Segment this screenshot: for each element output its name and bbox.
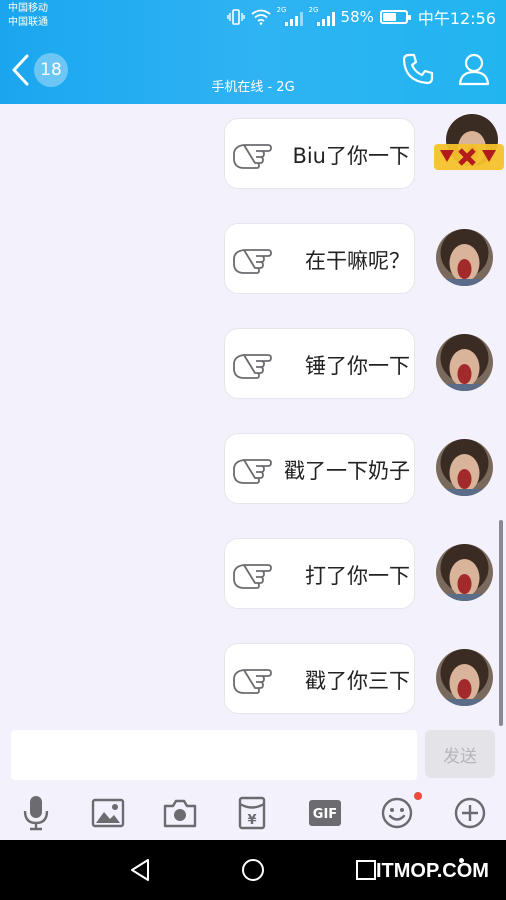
person-icon	[458, 53, 490, 86]
message-text: 打了你一下	[305, 563, 410, 588]
carrier-2: 中国联通	[8, 17, 48, 28]
user-avatar[interactable]	[436, 229, 493, 286]
signal-2: 2G	[309, 6, 335, 26]
input-row: 发送	[0, 726, 506, 786]
gif-label: GIF	[313, 807, 337, 822]
signal-1: 2G	[277, 6, 303, 26]
carrier-1: 中国移动	[8, 3, 48, 14]
camera-button[interactable]	[157, 792, 203, 834]
message-bubble[interactable]: 戳了你三下	[224, 643, 415, 714]
battery-level	[382, 13, 396, 21]
watermark: ITMOP.COM	[376, 860, 489, 882]
poke-hand-icon	[233, 354, 272, 379]
poke-hand-icon	[233, 564, 272, 589]
user-avatar[interactable]	[436, 544, 493, 601]
message-text: 戳了你三下	[305, 668, 410, 693]
input-toolbar: ¥ GIF	[0, 786, 506, 840]
status-bar: 中国移动 中国联通 2G 2G 58% 中午12:56	[0, 0, 506, 34]
more-button[interactable]	[447, 792, 493, 834]
nav-home-button[interactable]	[233, 852, 273, 888]
message-text: Biu了你一下	[292, 143, 410, 168]
profile-button[interactable]	[452, 48, 496, 90]
chat-area[interactable]: Biu了你一下在干嘛呢？ 锤了你一下戳了一下奶子打了你一下戳了你三下	[0, 104, 506, 726]
red-packet-icon: ¥	[238, 796, 266, 830]
message-bubble[interactable]: 戳了一下奶子	[224, 433, 415, 504]
image-button[interactable]	[85, 792, 131, 834]
red-packet-button[interactable]: ¥	[229, 792, 275, 834]
plus-icon	[454, 797, 486, 829]
gif-button[interactable]: GIF	[302, 792, 348, 834]
signal-bars-icon	[284, 12, 303, 26]
scrollbar[interactable]	[499, 520, 503, 726]
user-avatar[interactable]	[436, 649, 493, 706]
message-bubble[interactable]: 在干嘛呢？	[224, 223, 415, 294]
triangle-back-icon	[131, 859, 149, 881]
nav-back-button[interactable]	[120, 852, 160, 888]
poke-hand-icon	[233, 669, 272, 694]
emoji-button[interactable]	[374, 792, 422, 834]
message-text: 锤了你一下	[305, 353, 410, 378]
poke-hand-icon	[233, 459, 272, 484]
wifi-icon	[250, 9, 271, 25]
mic-button[interactable]	[13, 792, 59, 834]
user-avatar[interactable]	[436, 439, 493, 496]
user-avatar[interactable]	[436, 334, 493, 391]
notification-dot	[414, 792, 422, 800]
call-button[interactable]	[396, 48, 440, 90]
poke-hand-icon	[233, 249, 272, 274]
mic-icon	[23, 796, 49, 831]
poke-hand-icon	[233, 144, 272, 169]
battery-icon	[379, 10, 411, 24]
square-recents-icon	[356, 860, 376, 880]
title-bar: 中国移动 中国联通 2G 2G 58% 中午12:56 18 手机在线 - 2G	[0, 0, 506, 104]
message-input[interactable]	[11, 730, 417, 780]
battery-percent: 58%	[340, 8, 374, 26]
carrier-info: 中国移动 中国联通	[8, 2, 48, 30]
message-text: 戳了一下奶子	[284, 458, 410, 483]
message-bubble[interactable]: Biu了你一下	[224, 118, 415, 189]
camera-icon	[163, 799, 197, 828]
vibrate-icon	[226, 9, 245, 25]
yen-symbol: ¥	[247, 813, 256, 828]
message-text: 在干嘛呢？	[305, 248, 410, 273]
circle-home-icon	[242, 859, 264, 881]
emoji-icon	[381, 797, 413, 829]
gif-icon: GIF	[309, 800, 341, 826]
phone-icon	[402, 53, 434, 85]
image-icon	[91, 798, 125, 828]
send-button[interactable]: 发送	[425, 730, 495, 778]
message-bubble[interactable]: 打了你一下	[224, 538, 415, 609]
signal-bars-icon	[316, 12, 335, 26]
clock: 中午12:56	[417, 9, 496, 28]
message-bubble[interactable]: 锤了你一下	[224, 328, 415, 399]
sticker-avatar[interactable]	[434, 114, 506, 176]
status-icons: 2G 2G 58% 中午12:56	[226, 6, 496, 28]
